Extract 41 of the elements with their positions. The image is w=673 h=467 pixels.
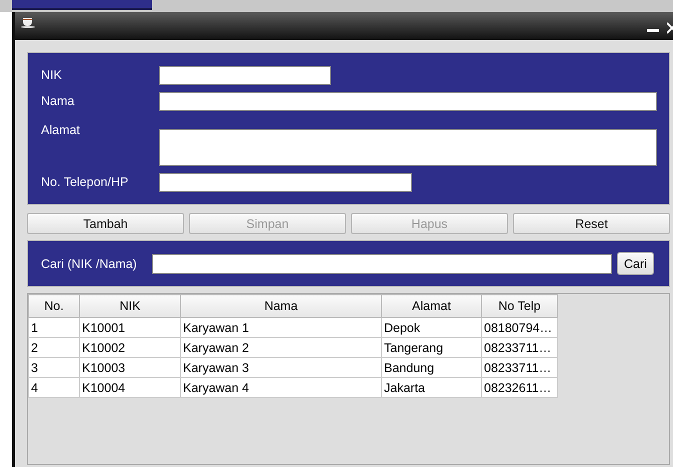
table-cell: Jakarta — [382, 378, 482, 398]
minimize-icon[interactable] — [647, 29, 659, 33]
column-header[interactable]: Alamat — [382, 294, 482, 318]
field-label: Nama — [41, 93, 76, 110]
search-field[interactable] — [152, 254, 612, 274]
table-cell: 1 — [28, 318, 80, 338]
field-label: NIK — [41, 67, 63, 84]
column-header[interactable]: No. — [28, 294, 80, 318]
input-field[interactable] — [159, 66, 331, 85]
table-cell: Karyawan 1 — [180, 318, 382, 338]
table-cell: 08233711… — [482, 338, 558, 358]
action-button[interactable]: Tambah — [27, 213, 184, 234]
table-cell: K10004 — [80, 378, 180, 398]
search-button[interactable]: Cari — [617, 252, 654, 275]
table-cell: K10003 — [80, 358, 180, 378]
column-header[interactable]: NIK — [80, 294, 180, 318]
table-cell: 4 — [28, 378, 80, 398]
table-cell: Bandung — [382, 358, 482, 378]
action-button[interactable]: Reset — [513, 213, 670, 234]
table-cell: K10001 — [80, 318, 180, 338]
table-cell: K10002 — [80, 338, 180, 358]
table-cell: Karyawan 4 — [180, 378, 382, 398]
table-cell: 08180794… — [482, 318, 558, 338]
table-cell: 08232611… — [482, 378, 558, 398]
table-cell: 08233711… — [482, 358, 558, 378]
column-header[interactable]: No Telp — [482, 294, 558, 318]
table-cell: Depok — [382, 318, 482, 338]
table-cell: Karyawan 3 — [180, 358, 382, 378]
field-label: No. Telepon/HP — [41, 174, 130, 191]
input-field[interactable] — [159, 92, 657, 111]
input-field[interactable] — [159, 173, 412, 192]
table-cell: 3 — [28, 358, 80, 378]
table-cell: 2 — [28, 338, 80, 358]
field-label: Alamat — [41, 122, 81, 139]
close-icon[interactable] — [667, 22, 673, 34]
input-field[interactable] — [159, 129, 657, 166]
search-label: Cari (NIK /Nama) — [41, 256, 138, 270]
table-cell: Tangerang — [382, 338, 482, 358]
column-header[interactable]: Nama — [180, 294, 382, 318]
table-cell: Karyawan 2 — [180, 338, 382, 358]
coffee-cup-icon — [20, 16, 36, 28]
